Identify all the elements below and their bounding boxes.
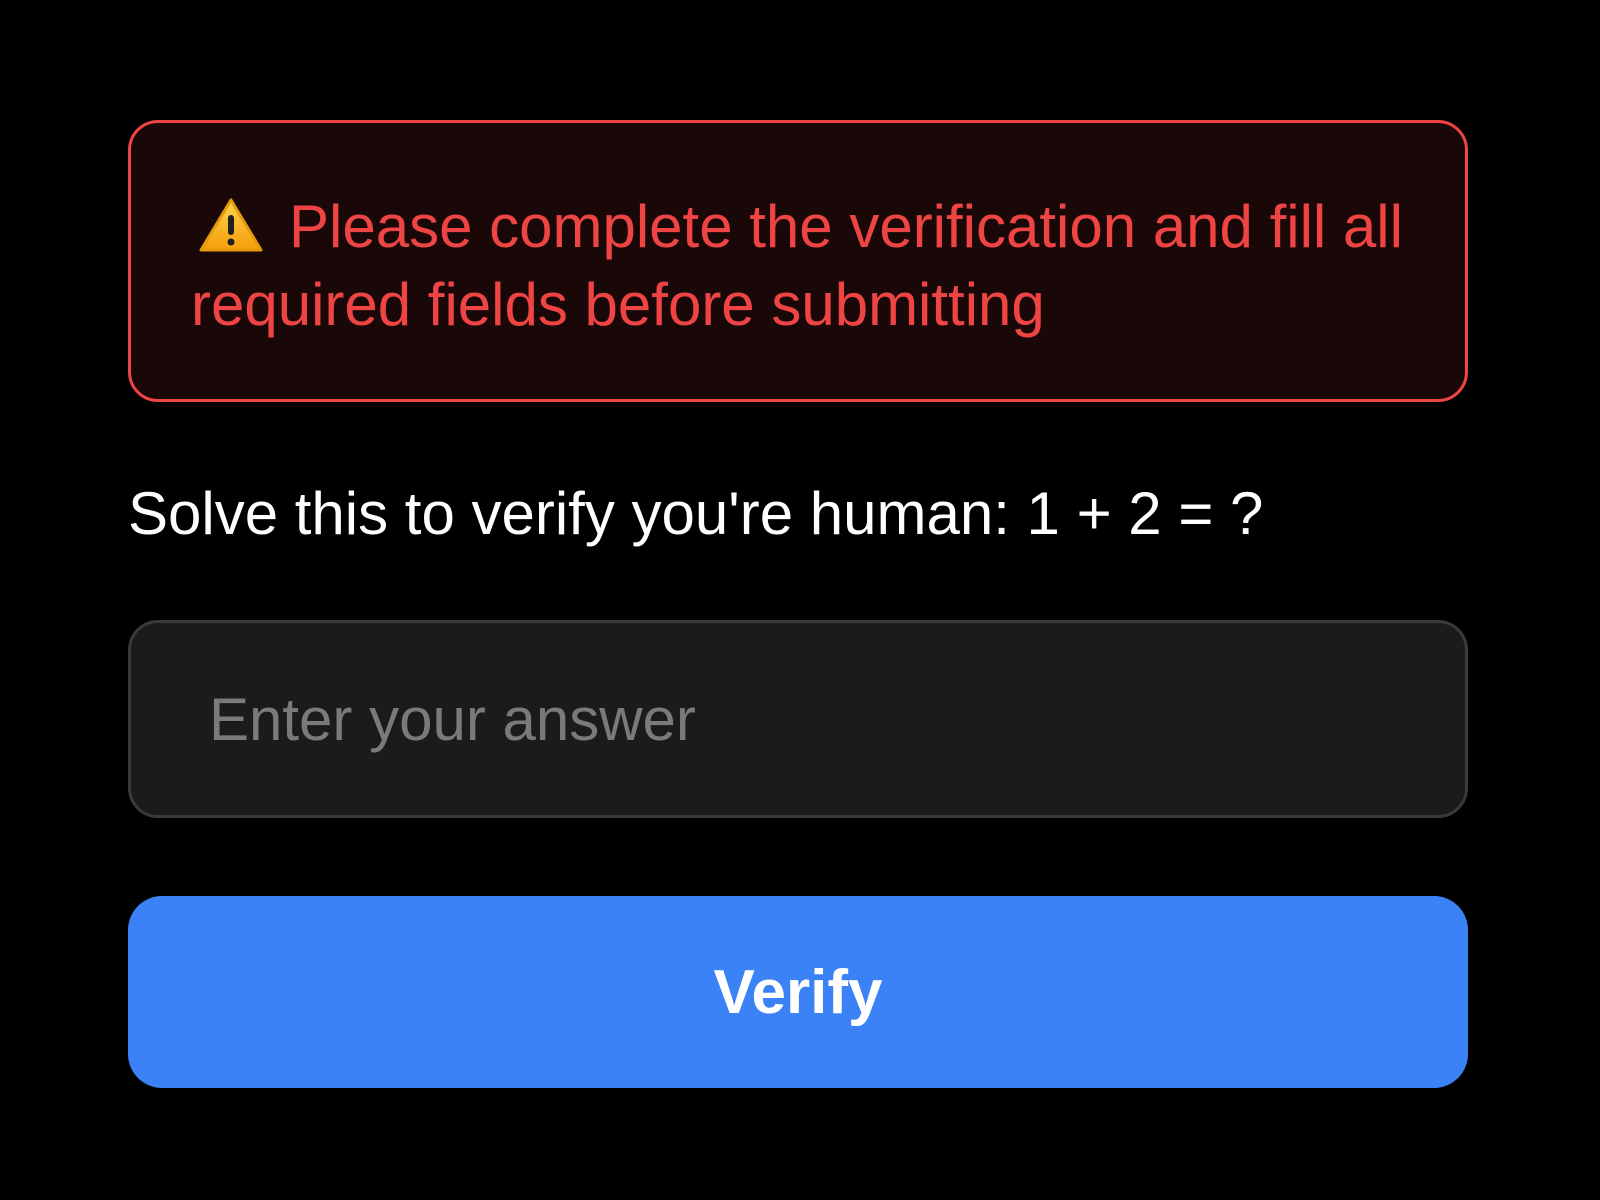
answer-input[interactable] bbox=[128, 620, 1468, 818]
verify-button[interactable]: Verify bbox=[128, 896, 1468, 1088]
warning-icon bbox=[199, 198, 263, 252]
captcha-question: Solve this to verify you're human: 1 + 2… bbox=[128, 480, 1264, 547]
error-alert-message: Please complete the verification and fil… bbox=[191, 193, 1403, 338]
error-alert: Please complete the verification and fil… bbox=[128, 120, 1468, 402]
verification-form: Please complete the verification and fil… bbox=[128, 120, 1468, 1088]
